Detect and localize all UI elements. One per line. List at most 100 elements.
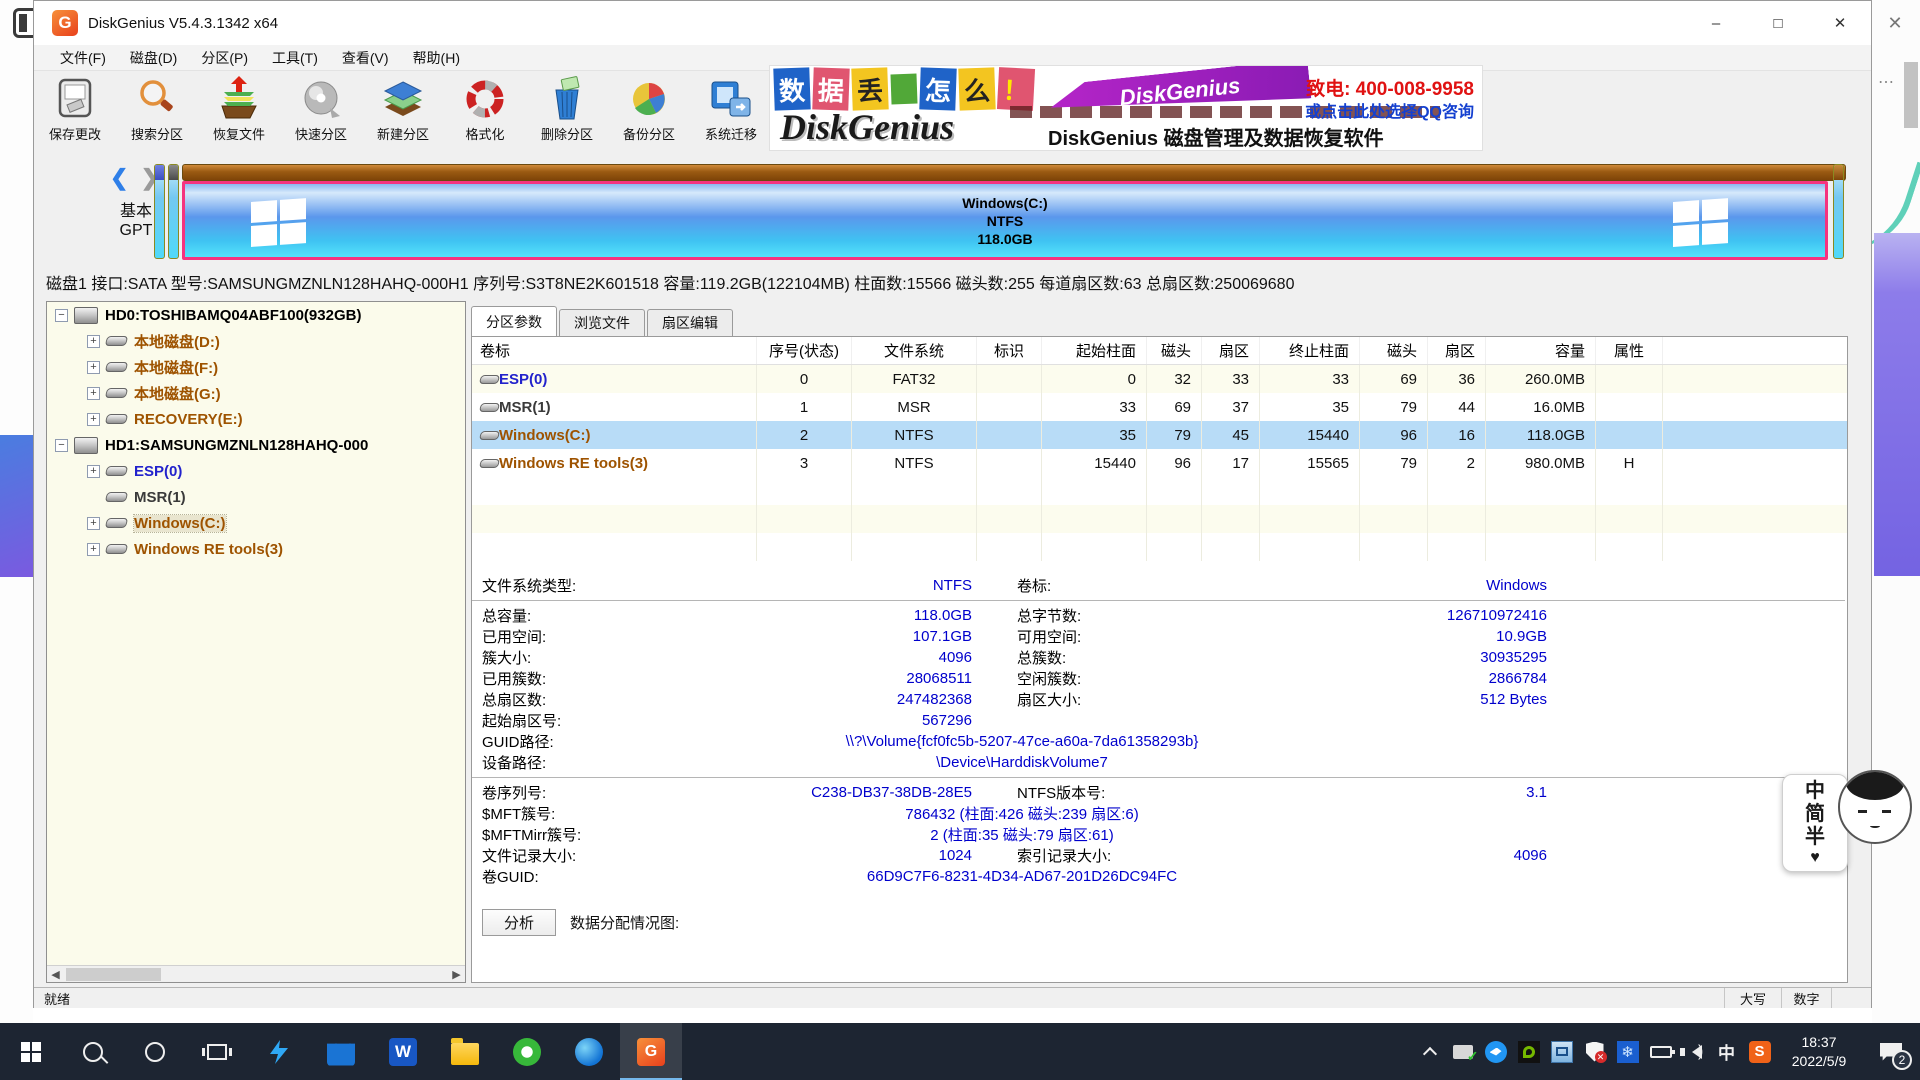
menu-partition[interactable]: 分区(P) (189, 48, 260, 68)
sogou-ime-widget[interactable]: 中 简 半 ♥ (1782, 770, 1920, 875)
ime-status-box[interactable]: 中 简 半 ♥ (1782, 774, 1848, 872)
tree-item[interactable]: +ESP(0) (47, 458, 465, 484)
analyze-button[interactable]: 分析 (482, 909, 556, 936)
column-header[interactable]: 标识 (977, 337, 1042, 364)
delete-partition-button[interactable]: 删除分区 (526, 71, 608, 151)
background-scrollbar-thumb[interactable] (1904, 62, 1918, 128)
partition-row[interactable]: MSR(1)1MSR33693735794416.0MB (472, 393, 1847, 421)
taskbar-search-button[interactable] (62, 1023, 124, 1080)
minimize-button[interactable]: – (1685, 1, 1747, 45)
taskbar-app-store[interactable] (310, 1023, 372, 1080)
taskbar-app-word[interactable]: W (372, 1023, 434, 1080)
tree-expander-icon[interactable]: + (87, 517, 100, 530)
background-close-icon[interactable]: ✕ (1884, 12, 1906, 34)
tray-nvidia[interactable] (1512, 1023, 1545, 1080)
ime-mascot-avatar[interactable] (1838, 770, 1912, 844)
tree-item[interactable]: +本地磁盘(G:) (47, 380, 465, 406)
partition-bar-re-tools[interactable] (1833, 164, 1844, 259)
column-header[interactable]: 磁头 (1360, 337, 1428, 364)
partition-bar-esp[interactable] (154, 164, 165, 259)
ime-simplified-toggle[interactable]: 简 (1805, 803, 1825, 826)
taskbar-app-explorer[interactable] (434, 1023, 496, 1080)
column-header[interactable]: 终止柱面 (1260, 337, 1360, 364)
tree-item[interactable]: +Windows RE tools(3) (47, 536, 465, 562)
system-migrate-button[interactable]: 系统迁移 (690, 71, 772, 151)
tray-sogou[interactable]: S (1743, 1023, 1776, 1080)
tree-item[interactable]: +本地磁盘(F:) (47, 354, 465, 380)
taskbar-app-diskgenius[interactable]: G (620, 1023, 682, 1080)
tray-intel-graphics[interactable] (1545, 1023, 1578, 1080)
tree-expander-icon[interactable]: + (87, 465, 100, 478)
taskbar-app-browser[interactable] (496, 1023, 558, 1080)
column-header[interactable]: 卷标 (472, 337, 757, 364)
menu-view[interactable]: 查看(V) (330, 48, 401, 68)
tree-item[interactable]: −HD1:SAMSUNGMZNLN128HAHQ-000 (47, 432, 465, 458)
tree-expander-icon[interactable]: + (87, 335, 100, 348)
start-button[interactable] (0, 1023, 62, 1080)
partition-bar-msr[interactable] (168, 164, 179, 259)
prev-disk-arrow-icon[interactable]: ❮ (110, 165, 128, 190)
save-changes-button[interactable]: 保存更改 (34, 71, 116, 151)
tree-expander-icon[interactable]: + (87, 413, 100, 426)
column-header[interactable]: 扇区 (1428, 337, 1486, 364)
search-partition-button[interactable]: 搜索分区 (116, 71, 198, 151)
tree-item[interactable]: MSR(1) (47, 484, 465, 510)
tab-partition-params[interactable]: 分区参数 (471, 306, 557, 336)
tab-browse-files[interactable]: 浏览文件 (559, 309, 645, 336)
tab-sector-edit[interactable]: 扇区编辑 (647, 309, 733, 336)
close-button[interactable]: ✕ (1809, 1, 1871, 45)
format-button[interactable]: 格式化 (444, 71, 526, 151)
menu-disk[interactable]: 磁盘(D) (118, 48, 189, 68)
partition-row[interactable]: ESP(0)0FAT3203233336936260.0MB (472, 365, 1847, 393)
heart-icon[interactable]: ♥ (1810, 849, 1820, 867)
tray-battery[interactable] (1644, 1023, 1677, 1080)
column-header[interactable]: 磁头 (1147, 337, 1202, 364)
scrollbar-thumb[interactable] (66, 968, 161, 981)
column-header[interactable]: 起始柱面 (1042, 337, 1147, 364)
disk-header-strip[interactable] (182, 164, 1846, 181)
background-more-icon[interactable]: ⋯ (1878, 72, 1896, 92)
ad-qq-link[interactable]: 或点击此处选择QQ咨询 (1305, 98, 1474, 122)
ime-lang-toggle[interactable]: 中 (1805, 780, 1825, 803)
tray-show-hidden-button[interactable] (1413, 1023, 1446, 1080)
recover-files-button[interactable]: 恢复文件 (198, 71, 280, 151)
tray-freeze-tool[interactable]: ❄ (1611, 1023, 1644, 1080)
partition-row[interactable]: Windows(C:)2NTFS357945154409616118.0GB (472, 421, 1847, 449)
ime-halfwidth-toggle[interactable]: 半 (1805, 826, 1825, 849)
column-header[interactable]: 扇区 (1202, 337, 1260, 364)
quick-partition-button[interactable]: 快速分区 (280, 71, 362, 151)
ad-banner[interactable]: 数据丢怎么！ DiskGenius DiskGenius 致电: 400-008… (769, 65, 1483, 151)
tray-printer[interactable] (1446, 1023, 1479, 1080)
tree-item[interactable]: +本地磁盘(D:) (47, 328, 465, 354)
tree-expander-icon[interactable]: + (87, 543, 100, 556)
tray-volume[interactable] (1677, 1023, 1710, 1080)
taskbar-app-edge[interactable] (558, 1023, 620, 1080)
partition-bar-windows-c[interactable]: Windows(C:) NTFS 118.0GB (182, 181, 1828, 260)
maximize-button[interactable]: □ (1747, 1, 1809, 45)
tree-item[interactable]: +RECOVERY(E:) (47, 406, 465, 432)
tree-expander-icon[interactable]: + (87, 387, 100, 400)
column-header[interactable]: 序号(状态) (757, 337, 852, 364)
tray-ime-indicator[interactable]: 中 (1710, 1023, 1743, 1080)
backup-partition-button[interactable]: 备份分区 (608, 71, 690, 151)
tray-messenger[interactable] (1479, 1023, 1512, 1080)
menu-help[interactable]: 帮助(H) (401, 48, 472, 68)
menu-file[interactable]: 文件(F) (48, 48, 118, 68)
partition-row[interactable]: Windows RE tools(3)3NTFS1544096171556579… (472, 449, 1847, 477)
tree-expander-icon[interactable]: + (87, 361, 100, 374)
scroll-right-icon[interactable]: ▶ (448, 966, 465, 983)
tree-item[interactable]: −HD0:TOSHIBAMQ04ABF100(932GB) (47, 302, 465, 328)
column-header[interactable]: 属性 (1596, 337, 1663, 364)
tree-item[interactable]: +Windows(C:) (47, 510, 465, 536)
scroll-left-icon[interactable]: ◀ (47, 966, 64, 983)
tray-defender[interactable]: ✕ (1578, 1023, 1611, 1080)
menu-tools[interactable]: 工具(T) (260, 48, 330, 68)
tree-hscrollbar[interactable]: ◀ ▶ (47, 965, 465, 982)
taskbar-clock[interactable]: 18:37 2022/5/9 (1776, 1033, 1862, 1071)
task-view-button[interactable] (186, 1023, 248, 1080)
tree-expander-icon[interactable]: − (55, 439, 68, 452)
tree-expander-icon[interactable]: − (55, 309, 68, 322)
new-partition-button[interactable]: 新建分区 (362, 71, 444, 151)
column-header[interactable]: 文件系统 (852, 337, 977, 364)
cortana-button[interactable] (124, 1023, 186, 1080)
